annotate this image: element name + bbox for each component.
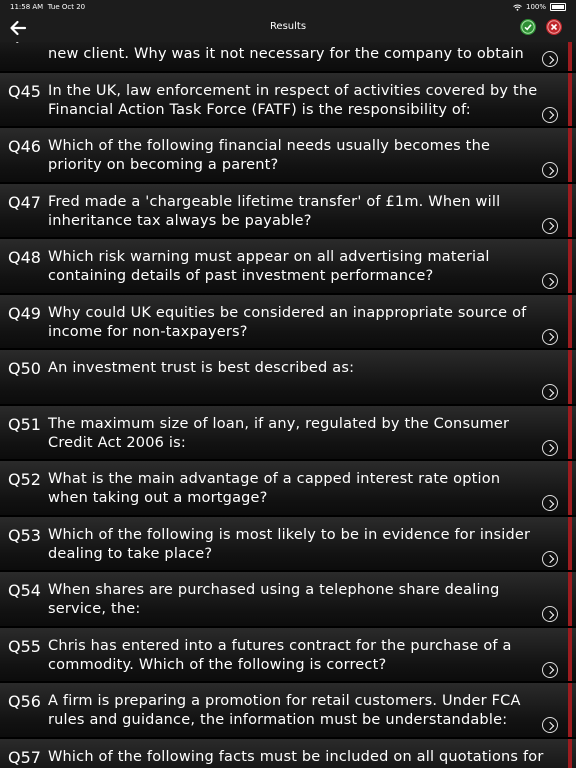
question-row[interactable]: Q44 A provider of investments has set up … [0, 42, 576, 72]
question-number: Q51 [8, 414, 41, 434]
chevron-right-icon[interactable] [542, 328, 558, 345]
question-number: Q52 [8, 470, 41, 489]
question-text: What is the main advantage of a capped i… [48, 471, 501, 506]
results-list-inner: Q44 A provider of investments has set up … [0, 42, 576, 768]
question-number: Q48 [8, 248, 41, 267]
check-icon[interactable] [520, 19, 536, 35]
incorrect-flag [568, 683, 572, 737]
question-text: When shares are purchased using a teleph… [48, 582, 500, 617]
status-time-text: 11:58 AM [10, 3, 44, 11]
status-date-text: Tue Oct 20 [47, 3, 86, 11]
chevron-right-icon[interactable] [542, 162, 558, 178]
question-row[interactable]: Q48 Which risk warning must appear on all… [0, 239, 576, 294]
chevron-right-icon[interactable] [542, 550, 558, 567]
results-list[interactable]: Q44 A provider of investments has set up … [0, 42, 576, 768]
incorrect-flag [568, 128, 572, 182]
question-text: A firm is preparing a promotion for reta… [48, 693, 521, 728]
incorrect-flag [568, 183, 572, 237]
question-number: Q56 [8, 692, 41, 711]
nav-bar: Results [0, 14, 576, 43]
question-row[interactable]: Q50 An investment trust is best described… [0, 350, 576, 405]
question-row[interactable]: Q49 Why could UK equities be considered a… [0, 294, 576, 349]
question-number: Q46 [8, 137, 41, 156]
chevron-right-icon[interactable] [542, 439, 558, 456]
close-icon[interactable] [546, 19, 562, 35]
chevron-right-icon[interactable] [542, 273, 558, 289]
battery-icon [550, 3, 566, 11]
question-number: Q50 [8, 359, 41, 378]
incorrect-flag [568, 516, 572, 570]
incorrect-flag [568, 294, 572, 348]
question-text: Which of the following is most likely to… [48, 526, 531, 562]
battery-percent: 100% [525, 3, 546, 11]
question-row[interactable]: Q55 Chris has entered into a futures cont… [0, 627, 576, 682]
question-number: Q45 [8, 81, 41, 101]
question-number: Q54 [8, 581, 41, 600]
incorrect-flag [568, 42, 572, 71]
wifi-icon [513, 4, 522, 11]
question-text: Why could UK equities be considered an i… [48, 304, 527, 340]
incorrect-flag [568, 405, 572, 459]
question-text: Which risk warning must appear on all ad… [48, 249, 490, 284]
question-row[interactable]: Q57 Which of the following facts must be … [0, 738, 576, 768]
chevron-right-icon[interactable] [542, 717, 558, 733]
incorrect-flag [568, 239, 572, 293]
status-time: 11:58 AM Tue Oct 20 [10, 3, 85, 11]
question-text: Which of the following facts must be inc… [48, 748, 544, 765]
question-row[interactable]: Q54 When shares are purchased using a tel… [0, 572, 576, 627]
chevron-right-icon[interactable] [542, 384, 558, 400]
question-row[interactable]: Q51 The maximum size of loan, if any, reg… [0, 405, 576, 460]
question-number: Q47 [8, 192, 41, 212]
question-text: Fred made a 'chargeable lifetime transfe… [48, 193, 501, 229]
question-row[interactable]: Q56 A firm is preparing a promotion for r… [0, 683, 576, 738]
chevron-right-icon[interactable] [542, 51, 558, 67]
question-number: Q53 [8, 525, 41, 545]
incorrect-flag [568, 627, 572, 681]
question-row[interactable]: Q46 Which of the following financial need… [0, 128, 576, 183]
question-text: An investment trust is best described as… [48, 360, 355, 376]
question-number: Q49 [8, 303, 41, 323]
incorrect-flag [568, 461, 572, 515]
chevron-right-icon[interactable] [542, 661, 558, 678]
question-number: Q55 [8, 636, 41, 656]
question-text: Which of the following financial needs u… [48, 138, 491, 173]
question-text: A provider of investments has set up a s… [48, 42, 543, 62]
question-row[interactable]: Q52 What is the main advantage of a cappe… [0, 461, 576, 516]
question-number: Q57 [8, 747, 41, 767]
chevron-right-icon[interactable] [542, 606, 558, 622]
incorrect-flag [568, 350, 572, 404]
question-row[interactable]: Q53 Which of the following is most likely… [0, 516, 576, 571]
question-text: The maximum size of loan, if any, regula… [48, 415, 510, 451]
chevron-right-icon[interactable] [542, 495, 558, 511]
question-row[interactable]: Q47 Fred made a 'chargeable lifetime tran… [0, 183, 576, 238]
question-text: Chris has entered into a futures contrac… [48, 637, 512, 673]
page-title: Results [269, 21, 307, 32]
incorrect-flag [568, 738, 572, 768]
question-text: In the UK, law enforcement in respect of… [48, 82, 538, 118]
incorrect-flag [568, 72, 572, 126]
chevron-right-icon[interactable] [542, 217, 558, 234]
question-number: Q44 [8, 42, 41, 45]
incorrect-flag [568, 572, 572, 626]
chevron-right-icon[interactable] [542, 106, 558, 123]
status-right: 100% [513, 3, 566, 11]
status-bar: 11:58 AM Tue Oct 20 100% [0, 0, 576, 14]
question-row[interactable]: Q45 In the UK, law enforcement in respect… [0, 72, 576, 127]
